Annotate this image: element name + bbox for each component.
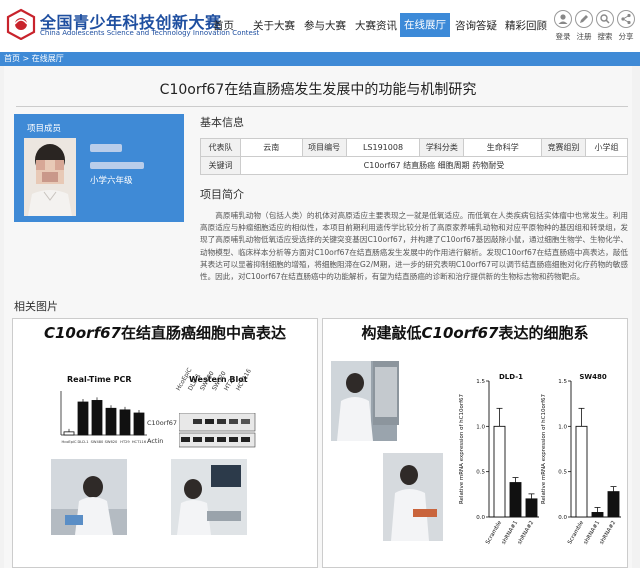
nav-about[interactable]: 关于大赛: [253, 16, 295, 36]
share-label: 分享: [618, 32, 634, 41]
nav-news[interactable]: 大赛资讯: [355, 16, 397, 36]
breadcrumb[interactable]: 首页 > 在线展厅: [4, 53, 64, 64]
pcr-bar-chart: HcoEpiC DLD-1 SW480 SW620 HT29 HCT116: [60, 391, 147, 444]
intro-heading: 项目简介: [200, 188, 244, 201]
nav-faq[interactable]: 咨询答疑: [455, 16, 497, 36]
nav-participate[interactable]: 参与大赛: [304, 16, 346, 36]
search-icon: [596, 10, 614, 28]
info-value: 小学组: [585, 138, 628, 157]
nav-home[interactable]: 首页: [213, 16, 234, 36]
related-image-knockdown[interactable]: 构建敲低C10orf67表达的细胞系 DLD-1 Relative mRNA ex…: [322, 318, 628, 568]
search-button[interactable]: 搜索: [594, 10, 616, 42]
tick-label: HT29: [120, 440, 130, 444]
bar: [63, 431, 75, 436]
bar: [575, 425, 588, 518]
basic-info-heading: 基本信息: [200, 116, 244, 129]
info-key: 关键词: [200, 156, 241, 175]
tick-label: DLD-1: [77, 440, 88, 444]
tick-label: HcoEpiC: [62, 440, 77, 444]
wb-row-label: Actin: [147, 437, 164, 445]
image-title: C10orf67在结直肠癌细胞中高表达: [43, 324, 286, 342]
pencil-icon: [575, 10, 593, 28]
y-axis-label: Relative mRNA expression of hC10orf67: [459, 393, 465, 504]
site-header: 全国青少年科技创新大赛 China Adolescents Science an…: [0, 0, 640, 52]
member-label: 项目成员: [26, 124, 61, 134]
y-tick-label: 1.5: [476, 379, 485, 385]
related-image-expression[interactable]: C10orf67在结直肠癌细胞中高表达 Real-Time PCR Wester…: [12, 318, 318, 568]
y-axis-label: Relative mRNA expression of hC10orf67: [541, 393, 547, 504]
bar: [591, 512, 604, 518]
y-tick-label: 0.0: [558, 515, 567, 521]
info-value: 生命科学: [463, 138, 543, 157]
dld1-bar-chart: DLD-1 Relative mRNA expression of hC10orf…: [459, 373, 539, 546]
title-divider: [16, 106, 628, 107]
info-key: 代表队: [200, 138, 241, 157]
member-school-redacted: [90, 162, 144, 169]
bar: [509, 482, 522, 518]
login-label: 登录: [555, 32, 571, 41]
main-content: C10orf67在结直肠癌发生发展中的功能与机制研究 项目成员 小学六年级 基本…: [0, 66, 640, 568]
info-value: 云南: [239, 138, 303, 157]
bar: [77, 401, 89, 436]
bar: [607, 491, 620, 518]
bar: [133, 412, 145, 436]
chart-title: SW480: [579, 373, 607, 381]
image-title: 构建敲低C10orf67表达的细胞系: [361, 324, 589, 342]
x-tick-label: shRNA#2: [599, 520, 617, 546]
lab-photo: [171, 459, 247, 535]
basic-info-table: 代表队 云南 项目编号 LS191008 学科分类 生命科学 竞赛组别 小学组 …: [200, 138, 629, 175]
login-button[interactable]: 登录: [552, 10, 574, 42]
member-card: 项目成员 小学六年级: [14, 114, 184, 222]
register-button[interactable]: 注册: [573, 10, 595, 42]
nav-review[interactable]: 精彩回顾: [505, 16, 547, 36]
y-tick-label: 0.5: [476, 470, 485, 476]
avatar: [24, 138, 76, 216]
search-label: 搜索: [597, 32, 613, 41]
bar: [525, 498, 538, 518]
user-icon: [554, 10, 572, 28]
lab-photo: [383, 453, 443, 541]
project-panel: C10orf67在结直肠癌发生发展中的功能与机制研究 项目成员 小学六年级 基本…: [4, 66, 632, 568]
lab-photo: [51, 459, 127, 535]
intro-text: 高原哺乳动物（包括人类）的机体对高原适应主要表现之一就是低氧适应。而低氧在人类疾…: [200, 211, 628, 282]
related-images-heading: 相关图片: [14, 300, 58, 313]
wb-row-label: C10orf67: [147, 419, 178, 427]
lab-photo: [373, 361, 399, 425]
y-tick-label: 0.0: [476, 515, 485, 521]
nav-online-exhibit[interactable]: 在线展厅: [400, 13, 450, 37]
sw480-bar-chart: SW480 Relative mRNA expression of hC10orf…: [541, 373, 621, 546]
x-tick-label: shRNA#2: [517, 520, 535, 546]
member-grade: 小学六年级: [90, 176, 133, 186]
share-button[interactable]: 分享: [615, 10, 637, 42]
pcr-label: Real-Time PCR: [67, 375, 132, 384]
breadcrumb-bar: 首页 > 在线展厅: [0, 52, 640, 66]
logo-icon: [6, 8, 36, 40]
info-key: 项目编号: [301, 138, 347, 157]
member-name-redacted: [90, 144, 122, 152]
register-label: 注册: [576, 32, 592, 41]
page-title: C10orf67在结直肠癌发生发展中的功能与机制研究: [159, 82, 477, 98]
chart-title: DLD-1: [499, 373, 523, 381]
bar: [105, 407, 117, 436]
share-icon: [617, 10, 635, 28]
y-tick-label: 0.5: [558, 470, 567, 476]
y-tick-label: 1.5: [558, 379, 567, 385]
bar: [119, 409, 131, 436]
tick-label: SW480: [91, 440, 104, 444]
keywords-value: C10orf67 结直肠癌 细胞周期 药物耐受: [239, 156, 629, 175]
bar: [91, 400, 103, 436]
tick-label: HCT116: [132, 440, 147, 444]
info-value: LS191008: [345, 138, 421, 157]
western-blot: HcoEpiC DLD-1 SW480 SW620 HT29 HCT116 C1…: [147, 367, 283, 455]
y-tick-label: 1.0: [558, 424, 567, 430]
info-key: 学科分类: [419, 138, 465, 157]
bar: [493, 425, 506, 518]
tick-label: SW620: [105, 440, 118, 444]
info-key: 竞赛组别: [541, 138, 587, 157]
y-tick-label: 1.0: [476, 424, 485, 430]
